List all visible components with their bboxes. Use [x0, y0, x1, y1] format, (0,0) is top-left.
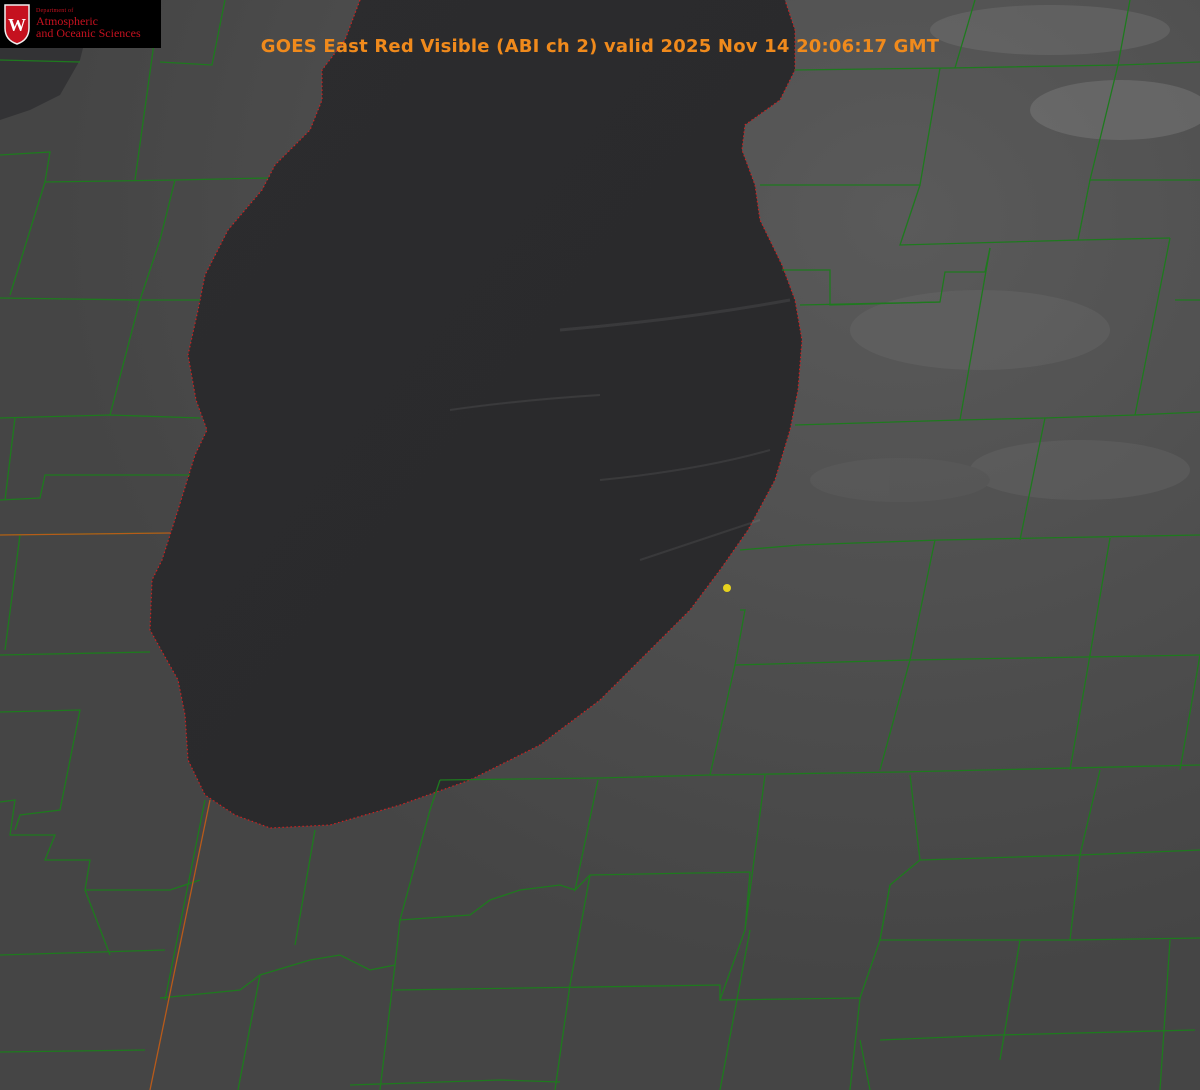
logo-text: Department of Atmospheric and Oceanic Sc…	[36, 8, 141, 39]
location-marker	[723, 584, 731, 592]
svg-text:W: W	[8, 15, 26, 35]
image-title: GOES East Red Visible (ABI ch 2) valid 2…	[260, 36, 940, 57]
satellite-image	[0, 0, 1200, 1090]
satellite-map: W Department of Atmospheric and Oceanic …	[0, 0, 1200, 1090]
